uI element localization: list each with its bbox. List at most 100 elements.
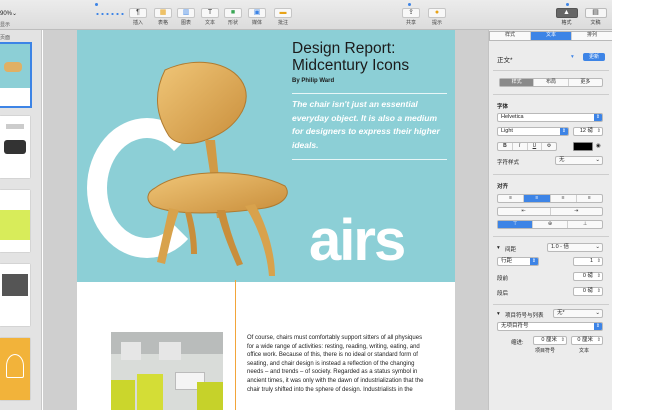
decrease-indent-button[interactable]: ⇤ xyxy=(498,208,551,215)
font-size-stepper[interactable]: 12 磅 xyxy=(573,127,603,136)
inspector-toggle: ▲ 格式 ▤ 文稿 xyxy=(553,8,610,28)
align-left-button[interactable]: ≡ xyxy=(498,195,525,202)
format-label: 格式 xyxy=(561,20,572,26)
line-spacing-label: 行距 xyxy=(501,258,513,264)
document-button[interactable]: ▤ 文稿 xyxy=(582,8,609,28)
thumbnails-header: 页面 xyxy=(0,35,11,41)
inspector-tab-bar: 样式 文本 排列 xyxy=(489,31,612,41)
align-justify-button[interactable]: ≡ xyxy=(577,195,602,202)
chart-label: 图表 xyxy=(180,20,191,26)
paintbrush-icon: ▲ xyxy=(555,8,578,18)
format-button[interactable]: ▲ 格式 xyxy=(553,8,580,28)
chevron-down-icon: ⌄ xyxy=(12,11,18,17)
vertical-align-buttons: ⊤ ⊕ ⊥ xyxy=(497,220,603,229)
bullet-style-popup[interactable]: 无项目符号 ⇕ xyxy=(497,322,603,331)
page-thumbnail[interactable] xyxy=(0,264,30,326)
font-options-button[interactable]: ⚙ xyxy=(542,143,556,150)
page-thumbnail[interactable] xyxy=(0,190,30,252)
font-weight-value: Light xyxy=(501,128,513,134)
bullets-value: 无* xyxy=(557,310,565,316)
comment-icon: ▬ xyxy=(274,8,292,18)
hero-image: airs Design Report: Midcentury Icons By … xyxy=(77,30,455,282)
page-thumbnail[interactable] xyxy=(0,116,30,178)
font-family-popup[interactable]: Helvetica ⇕ xyxy=(497,113,603,122)
chart-icon: ▥ xyxy=(177,8,195,18)
share-button[interactable]: ⇪ 共享 xyxy=(400,8,422,28)
space-before-stepper[interactable]: 0 磅 xyxy=(573,272,603,281)
align-right-button[interactable]: ≡ xyxy=(551,195,577,202)
subtab-more[interactable]: 更多 xyxy=(569,79,602,86)
horizontal-align-buttons: ≡ ≡ ≡ ≡ xyxy=(497,194,603,203)
comment-button[interactable]: ▬ 批注 xyxy=(272,8,294,28)
char-style-value: 无 xyxy=(559,157,565,163)
document-byline: By Philip Ward xyxy=(292,78,335,84)
title-rule xyxy=(292,93,447,94)
chart-button[interactable]: ▥ 图表 xyxy=(175,8,197,28)
disclosure-triangle-icon[interactable]: ▾ xyxy=(497,311,500,317)
italic-button[interactable]: I xyxy=(513,143,528,150)
disclosure-triangle-icon[interactable]: ▾ xyxy=(497,245,500,251)
text-subtabs: 样式 布局 更多 xyxy=(499,78,603,87)
shape-icon: ■ xyxy=(224,8,242,18)
lightbulb-icon: ● xyxy=(428,8,446,18)
zoom-popup[interactable]: 90%⌄ xyxy=(0,10,18,20)
chevron-down-icon: ⌄ xyxy=(595,310,600,316)
divider xyxy=(493,236,609,237)
page-thumbnail[interactable] xyxy=(0,42,32,108)
share-icon: ⇪ xyxy=(402,8,420,18)
tab-style[interactable]: 样式 xyxy=(490,32,531,40)
bullets-popup[interactable]: 无* ⌄ xyxy=(553,309,603,318)
bold-button[interactable]: B xyxy=(498,143,513,150)
media-button[interactable]: ▣ 媒体 xyxy=(246,8,268,28)
char-style-label: 字符样式 xyxy=(497,160,520,166)
table-icon: ▦ xyxy=(154,8,172,18)
chevron-down-icon[interactable]: ▾ xyxy=(571,54,574,60)
divider xyxy=(493,94,609,95)
color-wheel-icon[interactable]: ◉ xyxy=(596,143,601,149)
text-button[interactable]: T 文本 xyxy=(199,8,221,28)
space-after-stepper[interactable]: 0 磅 xyxy=(573,287,603,296)
line-spacing-stepper[interactable]: 1 xyxy=(573,257,603,266)
align-top-button[interactable]: ⊤ xyxy=(498,221,533,228)
chevron-updown-icon: ⇕ xyxy=(594,323,602,330)
media-label: 媒体 xyxy=(251,20,262,26)
text-color-swatch[interactable] xyxy=(573,142,593,151)
document-page[interactable]: airs Design Report: Midcentury Icons By … xyxy=(77,30,455,410)
underline-button[interactable]: U xyxy=(528,143,543,150)
tips-button[interactable]: ● 提示 xyxy=(426,8,448,28)
text-label: 文本 xyxy=(204,20,215,26)
font-weight-popup[interactable]: Light ⇕ xyxy=(497,127,569,136)
paragraph-style-name[interactable]: 正文* xyxy=(497,54,513,64)
align-center-button[interactable]: ≡ xyxy=(524,195,551,202)
text-icon: T xyxy=(201,8,219,18)
align-middle-button[interactable]: ⊕ xyxy=(533,221,568,228)
insert-button[interactable]: ¶ 插入 xyxy=(127,8,149,28)
divider xyxy=(493,70,609,71)
increase-indent-button[interactable]: ⇥ xyxy=(551,208,603,215)
shape-button[interactable]: ■ 形状 xyxy=(222,8,244,28)
font-family-value: Helvetica xyxy=(501,114,524,120)
body-text[interactable]: Of course, chairs must comfortably suppo… xyxy=(247,334,425,394)
line-spacing-popup[interactable]: 行距 ⇕ xyxy=(497,257,539,266)
document-label: 文稿 xyxy=(590,20,601,26)
format-inspector: 样式 文本 排列 正文* ▾ 更新 样式 布局 更多 字体 Helvetica ⇕… xyxy=(488,30,612,410)
align-bottom-button[interactable]: ⊥ xyxy=(568,221,602,228)
text-indent-stepper[interactable]: 0 厘米 xyxy=(571,336,603,345)
page-thumbnails: 页面 xyxy=(0,30,42,410)
bullet-indent-stepper[interactable]: 0 厘米 xyxy=(533,336,567,345)
indent-label: 缩进: xyxy=(511,340,524,346)
document-icon: ▤ xyxy=(584,8,607,18)
page-thumbnail[interactable] xyxy=(0,338,30,400)
tab-arrange[interactable]: 排列 xyxy=(572,32,612,40)
subtab-style[interactable]: 样式 xyxy=(500,79,535,86)
char-style-popup[interactable]: 无 ⌄ xyxy=(555,156,603,165)
zoom-value: 90% xyxy=(0,11,13,17)
table-button[interactable]: ▦ 表格 xyxy=(152,8,174,28)
update-button[interactable]: 更新 xyxy=(583,53,605,61)
spacing-popup[interactable]: 1.0 - 倍 ⌄ xyxy=(547,243,603,252)
guide-dot-icon xyxy=(95,3,98,6)
drag-dots-icon xyxy=(95,13,125,15)
guide-dot-icon xyxy=(566,3,569,6)
subtab-layout[interactable]: 布局 xyxy=(534,79,569,86)
tab-text[interactable]: 文本 xyxy=(531,32,572,40)
